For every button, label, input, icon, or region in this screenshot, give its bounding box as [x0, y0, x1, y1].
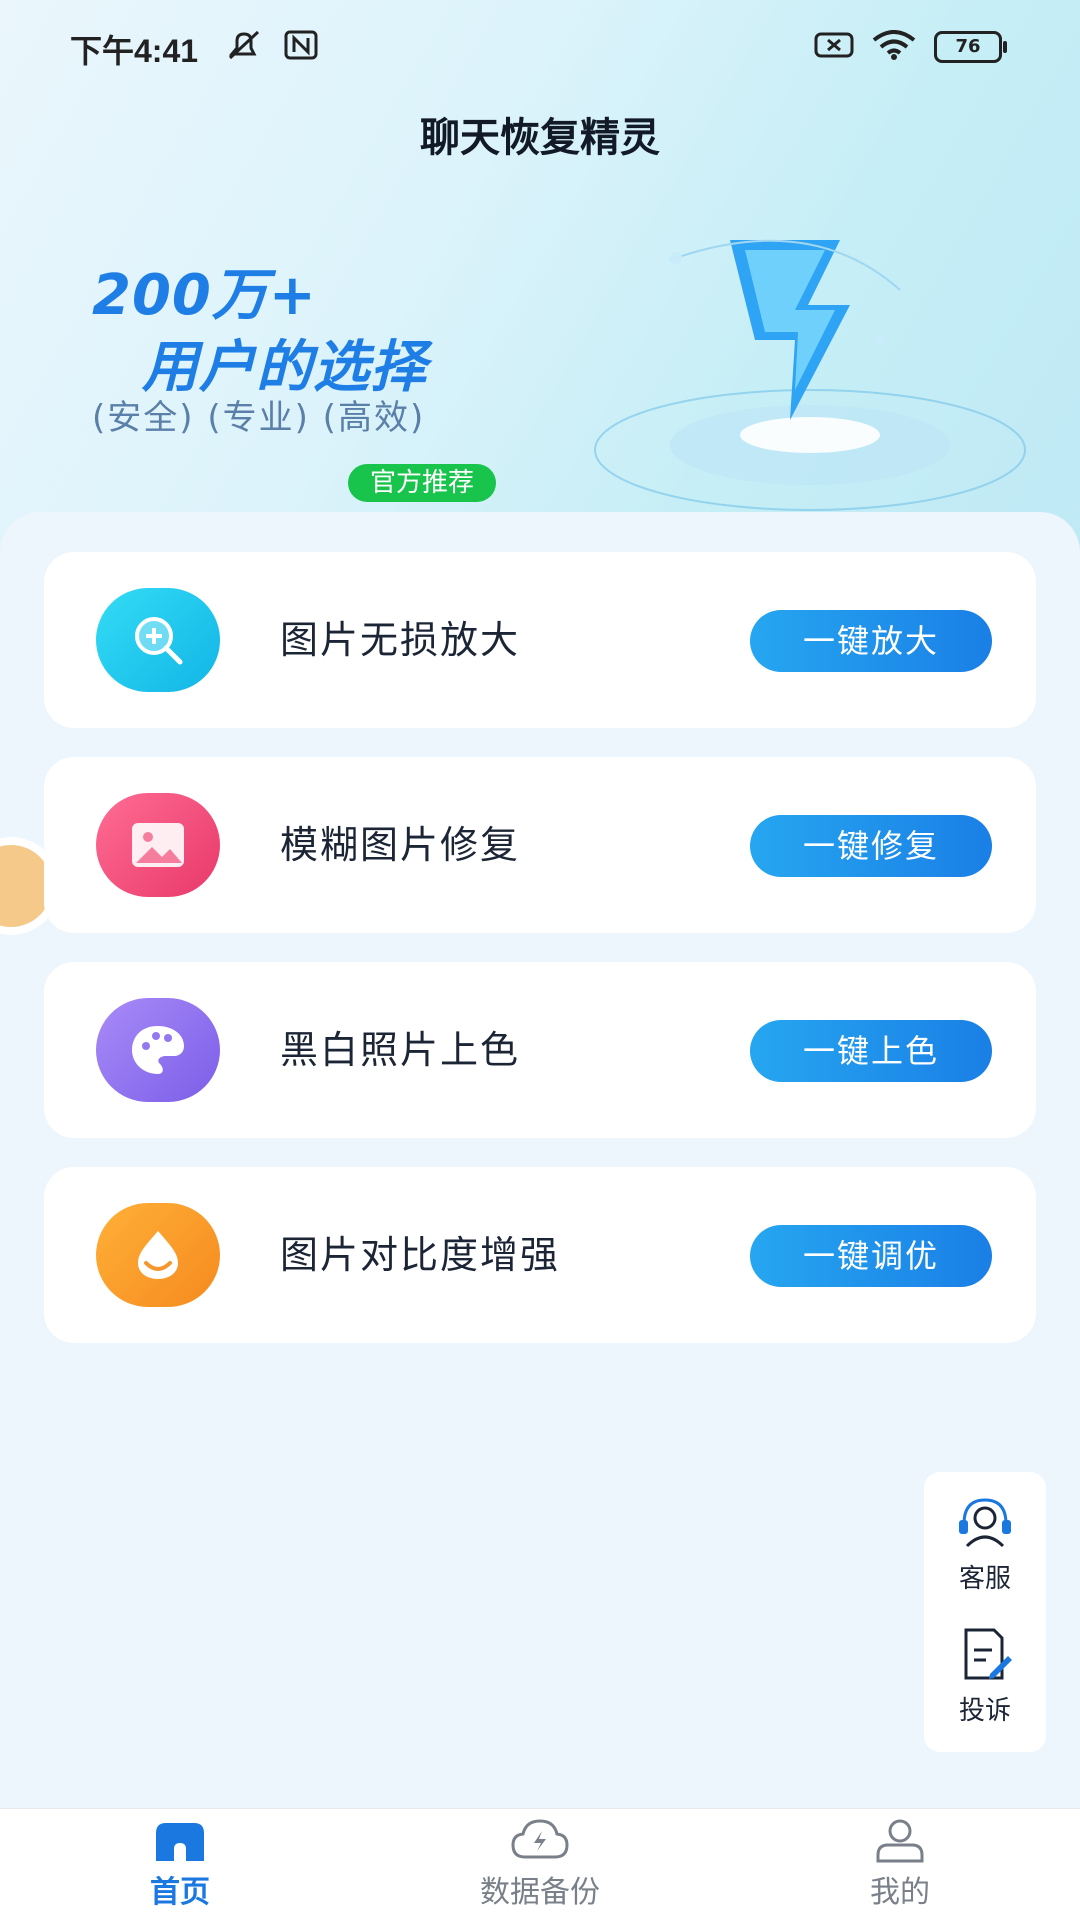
headset-icon — [954, 1498, 1016, 1554]
feature-label: 黑白照片上色 — [280, 1028, 521, 1072]
lightning-icon — [580, 220, 1040, 524]
status-bar: 下午4:41 76 — [0, 0, 1080, 96]
mute-icon — [224, 28, 264, 66]
colorize-button[interactable]: 一键上色 — [750, 1020, 992, 1082]
nfc-icon — [284, 30, 318, 64]
cloud-backup-icon — [509, 1819, 571, 1867]
floating-service-panel: 客服 投诉 — [924, 1472, 1046, 1752]
contrast-icon — [96, 1203, 220, 1307]
nav-home-label: 首页 — [150, 1875, 210, 1910]
bottom-nav: 首页 数据备份 我的 — [0, 1808, 1080, 1921]
profile-icon — [872, 1819, 928, 1867]
complaint-label: 投诉 — [958, 1696, 1011, 1726]
promo-banner[interactable]: 200万+ 官方推荐 用户的选择 (安全) (专业) (高效) — [0, 200, 1080, 530]
sim-icon — [814, 32, 854, 62]
status-time: 下午4:41 — [70, 33, 199, 69]
battery-indicator: 76 — [934, 31, 1007, 63]
palette-icon — [96, 998, 220, 1102]
nav-profile[interactable]: 我的 — [800, 1817, 1000, 1911]
feature-card-zoom[interactable]: 图片无损放大 一键放大 — [44, 552, 1036, 728]
feature-card-contrast[interactable]: 图片对比度增强 一键调优 — [44, 1167, 1036, 1343]
banner-headline-users: 200万+ — [92, 263, 317, 328]
banner-tags: (安全) (专业) (高效) — [92, 398, 426, 438]
nav-home[interactable]: 首页 — [80, 1817, 280, 1911]
feature-label: 图片对比度增强 — [280, 1233, 561, 1277]
page-title: 聊天恢复精灵 — [420, 115, 660, 161]
feature-label: 图片无损放大 — [280, 618, 521, 662]
feature-card-colorize[interactable]: 黑白照片上色 一键上色 — [44, 962, 1036, 1138]
customer-service-label: 客服 — [958, 1564, 1011, 1594]
nav-profile-label: 我的 — [870, 1875, 930, 1910]
customer-service-button[interactable]: 客服 — [924, 1494, 1046, 1595]
zoom-button[interactable]: 一键放大 — [750, 610, 992, 672]
nav-backup-label: 数据备份 — [480, 1875, 600, 1910]
home-icon — [152, 1823, 208, 1867]
repair-button[interactable]: 一键修复 — [750, 815, 992, 877]
wifi-icon — [872, 30, 916, 64]
nav-backup[interactable]: 数据备份 — [440, 1817, 640, 1911]
zoom-in-icon — [96, 588, 220, 692]
feature-label: 模糊图片修复 — [280, 823, 521, 867]
official-recommend-badge: 官方推荐 — [348, 464, 497, 502]
feature-card-repair[interactable]: 模糊图片修复 一键修复 — [44, 757, 1036, 933]
image-icon — [96, 793, 220, 897]
enhance-button[interactable]: 一键调优 — [750, 1225, 992, 1287]
complaint-icon — [954, 1628, 1016, 1686]
complaint-button[interactable]: 投诉 — [924, 1626, 1046, 1727]
